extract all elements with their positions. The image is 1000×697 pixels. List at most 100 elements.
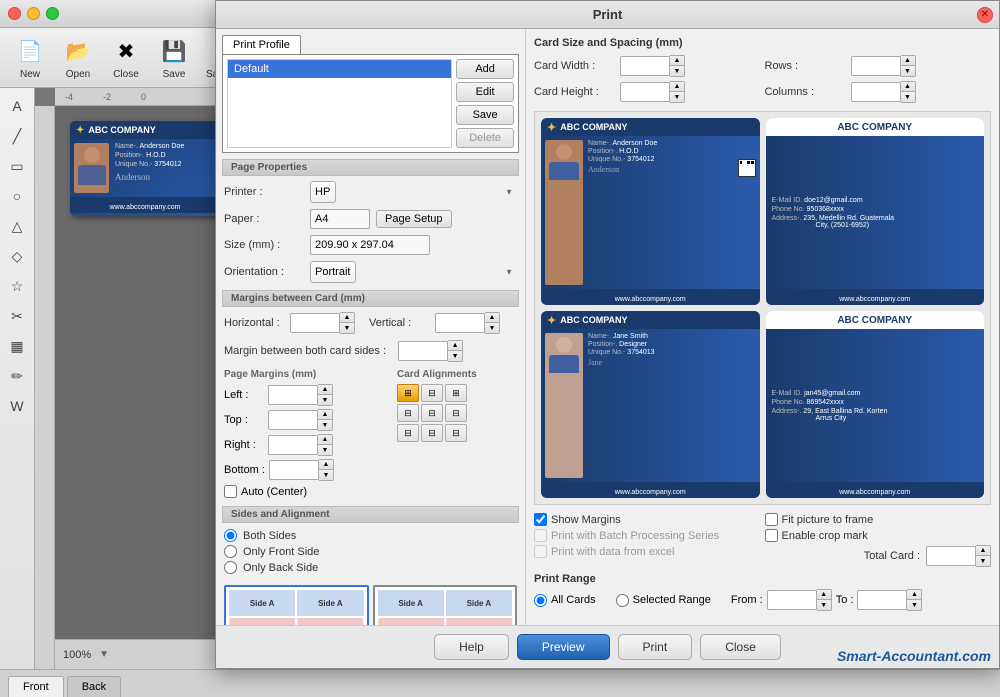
triangle-tool[interactable]: △ <box>3 212 31 240</box>
batch-processing-checkbox[interactable] <box>534 529 547 542</box>
margin-both-input[interactable]: 0.0 <box>398 341 448 361</box>
add-profile-btn[interactable]: Add <box>456 59 514 79</box>
open-tool[interactable]: 📂 Open <box>56 31 100 84</box>
ellipse-tool[interactable]: ○ <box>3 182 31 210</box>
rows-up[interactable]: ▲ <box>901 56 915 66</box>
top-up-btn[interactable]: ▲ <box>318 410 332 420</box>
total-card-up[interactable]: ▲ <box>976 546 990 556</box>
align-bot-right-btn[interactable]: ⊟ <box>445 424 467 442</box>
left-down-btn[interactable]: ▼ <box>318 395 332 405</box>
align-top-left-btn[interactable]: ⊞ <box>397 384 419 402</box>
tab-front[interactable]: Front <box>8 676 64 697</box>
auto-center-checkbox[interactable] <box>224 485 237 498</box>
layout-box-2[interactable]: Side A Side A ᴲpiS ᴲpiS <box>373 585 518 625</box>
margin-both-down-btn[interactable]: ▼ <box>448 351 462 361</box>
rect-tool[interactable]: ▭ <box>3 152 31 180</box>
line-tool[interactable]: ╱ <box>3 122 31 150</box>
card-height-input[interactable]: 60.7 <box>620 82 670 102</box>
right-up-btn[interactable]: ▲ <box>318 435 332 445</box>
crop-tool[interactable]: ✂ <box>3 302 31 330</box>
bottom-up-btn[interactable]: ▲ <box>319 460 333 470</box>
back-only-radio[interactable] <box>224 561 237 574</box>
save-profile-btn[interactable]: Save <box>456 105 514 125</box>
card-width-down[interactable]: ▼ <box>670 66 684 76</box>
data-excel-checkbox[interactable] <box>534 545 547 558</box>
vertical-input[interactable]: 0.0 <box>435 313 485 333</box>
pen-tool[interactable]: ✏ <box>3 362 31 390</box>
close-window-btn[interactable] <box>8 7 21 20</box>
to-up[interactable]: ▲ <box>907 590 921 600</box>
right-down-btn[interactable]: ▼ <box>318 445 332 455</box>
new-tool[interactable]: 📄 New <box>8 31 52 84</box>
align-bot-left-btn[interactable]: ⊟ <box>397 424 419 442</box>
margin-both-up-btn[interactable]: ▲ <box>448 341 462 351</box>
vertical-down-btn[interactable]: ▼ <box>485 323 499 333</box>
vertical-up-btn[interactable]: ▲ <box>485 313 499 323</box>
left-input[interactable]: 6.35 <box>268 385 318 405</box>
columns-up[interactable]: ▲ <box>901 82 915 92</box>
rows-down[interactable]: ▼ <box>901 66 915 76</box>
align-mid-right-btn[interactable]: ⊟ <box>445 404 467 422</box>
to-input[interactable]: 1 <box>857 590 907 610</box>
show-margins-checkbox[interactable] <box>534 513 547 526</box>
top-down-btn[interactable]: ▼ <box>318 420 332 430</box>
close-btn[interactable]: Close <box>700 634 781 660</box>
to-down[interactable]: ▼ <box>907 600 921 610</box>
front-only-radio[interactable] <box>224 545 237 558</box>
tab-back[interactable]: Back <box>67 676 121 697</box>
top-input[interactable]: 6.35 <box>268 410 318 430</box>
align-bot-center-btn[interactable]: ⊟ <box>421 424 443 442</box>
align-mid-left-btn[interactable]: ⊟ <box>397 404 419 422</box>
rows-input[interactable]: 1 <box>851 56 901 76</box>
help-btn[interactable]: Help <box>434 634 509 660</box>
save-tool[interactable]: 💾 Save <box>152 31 196 84</box>
horizontal-up-btn[interactable]: ▲ <box>340 313 354 323</box>
horizontal-down-btn[interactable]: ▼ <box>340 323 354 333</box>
print-profile-tab[interactable]: Print Profile <box>222 35 301 54</box>
delete-profile-btn[interactable]: Delete <box>456 128 514 148</box>
text-tool[interactable]: A <box>3 92 31 120</box>
card-height-down[interactable]: ▼ <box>670 92 684 102</box>
total-card-input[interactable]: 2 <box>926 546 976 566</box>
barcode-tool[interactable]: ▦ <box>3 332 31 360</box>
dialog-close-btn[interactable]: ✕ <box>977 7 993 23</box>
from-down[interactable]: ▼ <box>817 600 831 610</box>
card-width-input[interactable]: 92.1 <box>620 56 670 76</box>
shape-tool[interactable]: ◇ <box>3 242 31 270</box>
preview-btn[interactable]: Preview <box>517 634 610 660</box>
all-cards-radio[interactable] <box>534 594 547 607</box>
from-up[interactable]: ▲ <box>817 590 831 600</box>
card-height-up[interactable]: ▲ <box>670 82 684 92</box>
total-card-down[interactable]: ▼ <box>976 556 990 566</box>
align-mid-center-btn[interactable]: ⊟ <box>421 404 443 422</box>
align-top-center-btn[interactable]: ⊟ <box>421 384 443 402</box>
bottom-input[interactable]: 14.46 <box>269 460 319 480</box>
horizontal-input[interactable]: 0.0 <box>290 313 340 333</box>
orientation-select[interactable]: Portrait <box>310 261 356 283</box>
left-up-btn[interactable]: ▲ <box>318 385 332 395</box>
layout-box-1[interactable]: Side A Side A ᴲpiS ᴲpiS <box>224 585 369 625</box>
print-btn[interactable]: Print <box>618 634 693 660</box>
close-tool[interactable]: ✖ Close <box>104 31 148 84</box>
page-setup-btn[interactable]: Page Setup <box>376 210 452 228</box>
columns-down[interactable]: ▼ <box>901 92 915 102</box>
maximize-window-btn[interactable] <box>46 7 59 20</box>
bottom-down-btn[interactable]: ▼ <box>319 470 333 480</box>
profile-item-default[interactable]: Default <box>228 60 451 78</box>
both-sides-radio[interactable] <box>224 529 237 542</box>
minimize-window-btn[interactable] <box>27 7 40 20</box>
align-top-right-btn[interactable]: ⊞ <box>445 384 467 402</box>
fit-picture-checkbox[interactable] <box>765 513 778 526</box>
right-input[interactable]: 6.35 <box>268 435 318 455</box>
window-controls[interactable] <box>8 7 59 20</box>
word-art-tool[interactable]: W <box>3 392 31 420</box>
selected-range-radio[interactable] <box>616 594 629 607</box>
from-input[interactable]: 1 <box>767 590 817 610</box>
profile-list[interactable]: Default <box>227 59 452 148</box>
crop-mark-checkbox[interactable] <box>765 529 778 542</box>
edit-profile-btn[interactable]: Edit <box>456 82 514 102</box>
card-width-up[interactable]: ▲ <box>670 56 684 66</box>
star-tool[interactable]: ☆ <box>3 272 31 300</box>
printer-select[interactable]: HP <box>310 181 336 203</box>
columns-input[interactable]: 1 <box>851 82 901 102</box>
